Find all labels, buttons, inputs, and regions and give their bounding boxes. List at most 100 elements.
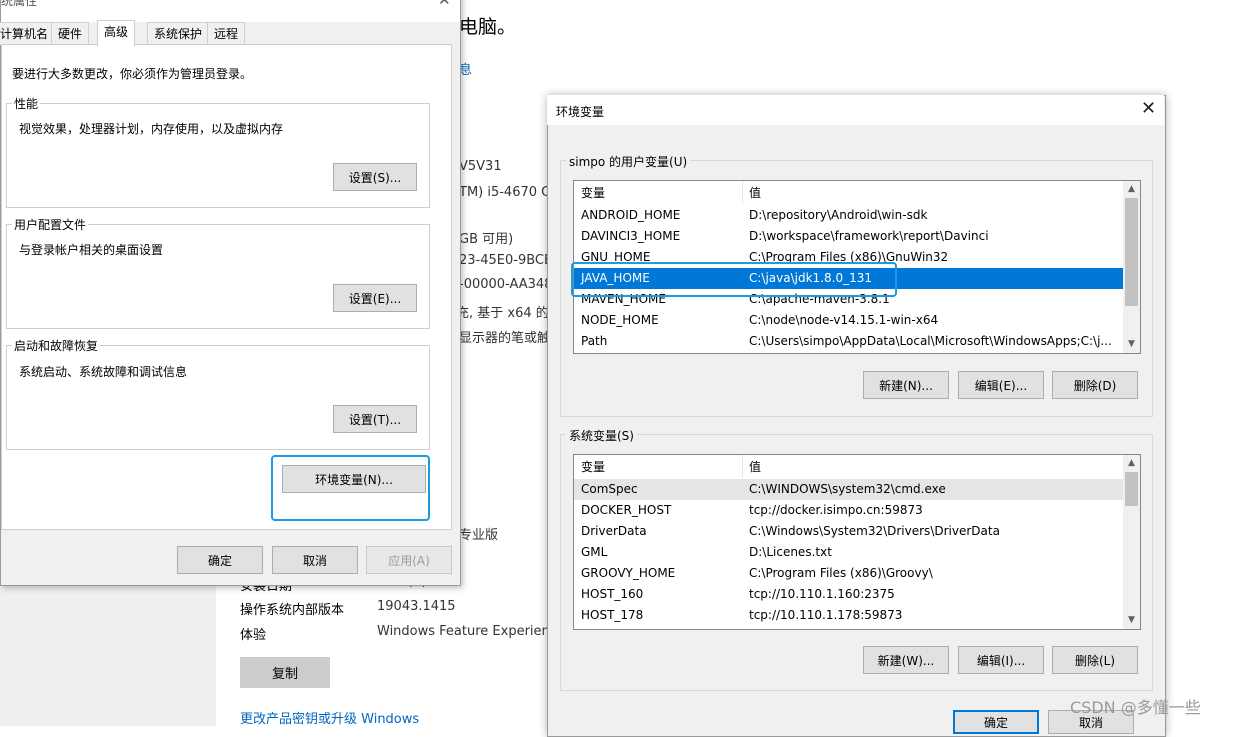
scroll-thumb[interactable] [1125,198,1138,306]
user-variables-legend: simpo 的用户变量(U) [566,153,691,170]
table-row[interactable]: DOCKER_HOST tcp://docker.isimpo.cn:59873 [574,500,1123,521]
vertical-scrollbar[interactable]: ▲ ▼ [1123,181,1140,353]
user-profiles-legend: 用户配置文件 [12,216,89,233]
variable-name: ComSpec [581,482,638,496]
variable-value: C:\Users\simpo\AppData\Local\Microsoft\W… [749,334,1112,348]
experience-value: Windows Feature Experience [377,624,547,639]
variable-name: DriverData [581,524,647,538]
column-separator [742,181,743,203]
table-row[interactable]: GML D:\Licenes.txt [574,542,1123,563]
os-build-value: 19043.1415 [377,599,456,614]
system-delete-button[interactable]: 删除(L) [1052,646,1138,674]
user-delete-button[interactable]: 删除(D) [1052,371,1138,399]
env-ok-button[interactable]: 确定 [953,710,1039,734]
highlight-box [571,262,897,297]
tab-computer-name[interactable]: 计算机名 [0,22,56,45]
system-variables-list[interactable]: 变量 值 ComSpec C:\WINDOWS\system32\cmd.exe … [573,454,1141,630]
spec-value: 23-45E0-9BCE- [459,253,557,268]
column-header-value[interactable]: 值 [749,458,761,475]
tab-advanced[interactable]: 高级 [97,20,136,46]
user-profiles-desc: 与登录帐户相关的桌面设置 [19,243,164,257]
tab-remote[interactable]: 远程 [207,22,246,45]
system-properties-dialog: 系统属性 ✕ 计算机名 硬件 高级 系统保护 远程 要进行大多数更改，你必须作为… [0,0,461,586]
dialog-title: 系统属性 [0,0,38,8]
background-left-panel [0,580,216,726]
page-title-fragment: 电脑。 [459,16,517,38]
column-header-value[interactable]: 值 [749,184,761,201]
user-profiles-group [6,224,430,329]
variable-value: C:\Program Files (x86)\Groovy\ [749,566,933,580]
change-product-key-link[interactable]: 更改产品密钥或升级 Windows [240,708,419,727]
tab-hardware[interactable]: 硬件 [51,22,90,45]
list-header: 变量 值 [574,455,1124,477]
variable-value: C:\WINDOWS\system32\cmd.exe [749,482,946,496]
variable-name: GML [581,545,608,559]
spec-value: 充, 基于 x64 的处 [456,306,562,321]
variable-name: HOST_160 [581,587,644,601]
variable-name: ANDROID_HOME [581,208,681,222]
table-row[interactable]: Path C:\Users\simpo\AppData\Local\Microso… [574,331,1123,352]
experience-label: 体验 [240,628,267,643]
performance-group [6,103,430,208]
variable-name: GROOVY_HOME [581,566,676,580]
variable-value: C:\Windows\System32\Drivers\DriverData [749,524,1000,538]
table-row[interactable]: HOST_178 tcp://10.110.1.178:59873 [574,605,1123,626]
watermark: CSDN @多懂一些 [1070,698,1201,717]
variable-value: D:\repository\Android\win-sdk [749,208,928,222]
scroll-down-icon[interactable]: ▼ [1123,336,1140,353]
variable-value: tcp://docker.isimpo.cn:59873 [749,503,923,517]
table-row[interactable]: DAVINCI3_HOME D:\workspace\framework\repo… [574,226,1123,247]
admin-note: 要进行大多数更改，你必须作为管理员登录。 [12,67,253,81]
spec-value: 显示器的笔或触 [459,331,551,346]
close-icon[interactable]: ✕ [438,0,451,9]
list-header: 变量 值 [574,181,1124,203]
variable-value: D:\workspace\framework\report\Davinci [749,229,989,243]
spec-value: GB 可用) [459,232,514,247]
close-icon[interactable]: ✕ [1141,98,1156,119]
column-header-variable[interactable]: 变量 [581,458,605,475]
cancel-button[interactable]: 取消 [272,546,358,574]
variable-value: tcp://10.110.1.160:2375 [749,587,895,601]
apply-button[interactable]: 应用(A) [366,546,452,574]
edition-value: 专业版 [459,528,499,543]
scroll-up-icon[interactable]: ▲ [1123,181,1140,198]
scroll-up-icon[interactable]: ▲ [1123,455,1140,472]
variable-name: Path [581,334,608,348]
variable-value: C:\node\node-v14.15.1-win-x64 [749,313,939,327]
vertical-scrollbar[interactable]: ▲ ▼ [1123,455,1140,629]
table-row[interactable]: NODE_HOME C:\node\node-v14.15.1-win-x64 [574,310,1123,331]
spec-value: -00000-AA348 [459,277,553,292]
system-edit-button[interactable]: 编辑(I)... [958,646,1044,674]
ok-button[interactable]: 确定 [177,546,263,574]
startup-recovery-desc: 系统启动、系统故障和调试信息 [19,365,188,379]
title-bar [1,0,460,22]
performance-settings-button[interactable]: 设置(S)... [333,163,417,191]
variable-value: D:\Licenes.txt [749,545,832,559]
spec-value: V5V31 [459,159,502,174]
user-profiles-settings-button[interactable]: 设置(E)... [333,284,417,312]
column-separator [742,455,743,477]
startup-recovery-settings-button[interactable]: 设置(T)... [333,405,417,433]
user-edit-button[interactable]: 编辑(E)... [958,371,1044,399]
table-row[interactable]: ANDROID_HOME D:\repository\Android\win-sd… [574,205,1123,226]
scroll-down-icon[interactable]: ▼ [1123,612,1140,629]
table-row[interactable]: ComSpec C:\WINDOWS\system32\cmd.exe [574,479,1123,500]
env-title-bar [547,95,1164,125]
table-row[interactable]: DriverData C:\Windows\System32\Drivers\Dr… [574,521,1123,542]
table-row[interactable]: GROOVY_HOME C:\Program Files (x86)\Groovy… [574,563,1123,584]
system-new-button[interactable]: 新建(W)... [863,646,949,674]
system-variables-legend: 系统变量(S) [566,427,637,444]
variable-value: tcp://10.110.1.178:59873 [749,608,903,622]
startup-recovery-legend: 启动和故障恢复 [12,337,101,354]
table-row[interactable]: HOST_160 tcp://10.110.1.160:2375 [574,584,1123,605]
column-header-variable[interactable]: 变量 [581,184,605,201]
environment-variables-button[interactable]: 环境变量(N)... [282,465,426,493]
advanced-tab-panel: 要进行大多数更改，你必须作为管理员登录。 性能 视觉效果，处理器计划，内存使用，… [1,44,452,530]
scroll-thumb[interactable] [1125,472,1138,506]
user-new-button[interactable]: 新建(N)... [863,371,949,399]
variable-name: DOCKER_HOST [581,503,672,517]
variable-name: HOST_178 [581,608,644,622]
tab-system-protection[interactable]: 系统保护 [147,22,210,45]
copy-button[interactable]: 复制 [240,657,330,688]
performance-legend: 性能 [12,95,41,112]
